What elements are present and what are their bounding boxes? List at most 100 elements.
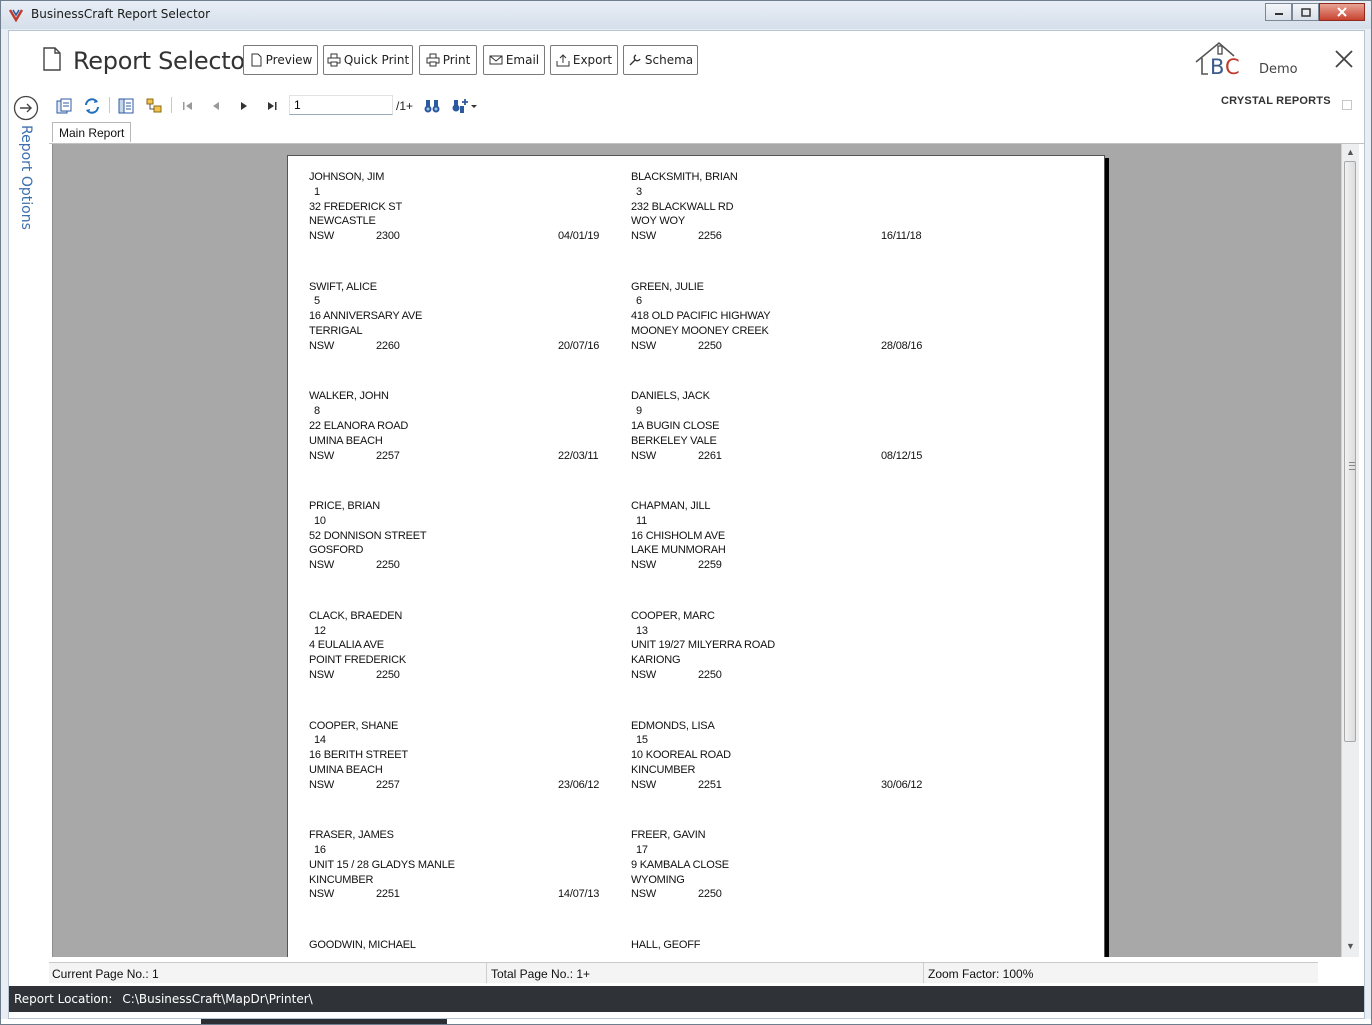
export-label: Export: [572, 53, 613, 67]
record-state: NSW: [631, 559, 657, 572]
record-suburb: MOONEY MOONEY CREEK: [631, 325, 769, 338]
arrow-right-circle-icon[interactable]: [13, 95, 39, 121]
record-postcode: 2250: [698, 668, 722, 681]
record-number: 12: [314, 624, 326, 637]
record-state: NSW: [631, 888, 657, 901]
record-postcode: 2251: [376, 888, 400, 901]
report-options-label[interactable]: Report Options: [14, 125, 34, 230]
first-page-icon[interactable]: [179, 97, 197, 115]
record-postcode: 2257: [376, 449, 400, 462]
record-number: 14: [314, 734, 326, 747]
record-name: GOODWIN, MICHAEL: [309, 938, 416, 951]
record-date: 08/12/15: [881, 449, 923, 462]
record-number: 10: [314, 514, 326, 527]
status-divider: [486, 963, 487, 983]
scroll-up-arrow-icon[interactable]: ▲: [1346, 148, 1355, 157]
scrollbar-thumb[interactable]: [1344, 161, 1356, 742]
report-location-path: C:\BusinessCraft\MapDr\Printer\: [122, 992, 313, 1006]
record-date: 30/06/12: [881, 778, 923, 791]
grip-icon: [1349, 462, 1355, 470]
record-postcode: 2256: [698, 230, 722, 243]
quick-print-button[interactable]: Quick Print: [323, 45, 413, 75]
crystal-reports-brand: CRYSTAL REPORTS: [1221, 95, 1331, 107]
schema-label: Schema: [644, 53, 694, 67]
zoom-icon[interactable]: [451, 97, 469, 115]
close-report-icon[interactable]: [1332, 47, 1356, 71]
svg-text:C: C: [1225, 55, 1240, 79]
close-icon: [1337, 7, 1347, 17]
viewer-close-icon[interactable]: [1342, 100, 1352, 110]
last-page-icon[interactable]: [263, 97, 281, 115]
record-date: 04/01/19: [558, 230, 600, 243]
record-number: 9: [636, 405, 642, 418]
email-label: Email: [505, 53, 540, 67]
minimize-icon: [1274, 13, 1283, 15]
record-address: 418 OLD PACIFIC HIGHWAY: [631, 310, 771, 323]
preview-button[interactable]: Preview: [243, 45, 318, 75]
record-name: JOHNSON, JIM: [309, 171, 385, 183]
previous-page-icon[interactable]: [207, 97, 225, 115]
record-number: 1: [314, 185, 320, 198]
window-close-button[interactable]: [1319, 3, 1365, 21]
next-page-icon[interactable]: [235, 97, 253, 115]
printer-icon: [426, 53, 440, 67]
record-name: DANIELS, JACK: [631, 390, 710, 403]
report-record: SWIFT, ALICE 5 16 ANNIVERSARY AVE TERRIGAL N…: [309, 280, 619, 360]
record-address: 232 BLACKWALL RD: [631, 200, 734, 213]
quick-print-label: Quick Print: [343, 53, 410, 67]
record-suburb: TERRIGAL: [309, 325, 363, 338]
vertical-scrollbar[interactable]: ▲ ▼: [1341, 144, 1359, 957]
report-record: PRICE, BRIAN 10 52 DONNISON STREET GOSFORD N…: [309, 499, 619, 579]
maximize-icon: [1300, 7, 1311, 17]
record-suburb: KINCUMBER: [309, 873, 374, 886]
record-suburb: NEWCASTLE: [309, 215, 376, 228]
report-record: GREEN, JULIE 6 418 OLD PACIFIC HIGHWAY MOON…: [631, 280, 941, 360]
minimize-button[interactable]: [1265, 3, 1292, 21]
schema-button[interactable]: Schema: [623, 45, 698, 75]
record-number: 6: [636, 295, 642, 308]
record-name: SWIFT, ALICE: [309, 280, 377, 293]
report-location-label: Report Location:: [14, 992, 113, 1006]
record-address: 16 ANNIVERSARY AVE: [309, 310, 423, 323]
record-state: NSW: [309, 339, 335, 352]
refresh-icon[interactable]: [83, 97, 101, 115]
report-record: COOPER, MARC 13 UNIT 19/27 MILYERRA ROAD KA…: [631, 609, 941, 689]
record-state: NSW: [309, 559, 335, 572]
report-record: BLACKSMITH, BRIAN 3 232 BLACKWALL RD WOY WO…: [631, 170, 941, 250]
title-bar[interactable]: BusinessCraft Report Selector: [1, 1, 1371, 29]
maximize-button[interactable]: [1292, 3, 1319, 21]
wrench-icon: [629, 54, 641, 66]
toggle-group-tree-icon[interactable]: [117, 97, 135, 115]
status-divider: [923, 963, 924, 983]
report-record: FREER, GAVIN 17 9 KAMBALA CLOSE WYOMING NSW 2…: [631, 828, 941, 908]
chevron-down-icon[interactable]: [469, 97, 479, 115]
scroll-down-arrow-icon[interactable]: ▼: [1346, 942, 1355, 951]
report-options-sidebar[interactable]: Report Options: [9, 91, 50, 986]
export-button[interactable]: Export: [550, 45, 618, 75]
record-name: COOPER, MARC: [631, 609, 715, 622]
record-address: 22 ELANORA ROAD: [309, 419, 409, 432]
parameter-panel-icon[interactable]: [145, 97, 163, 115]
record-number: 13: [636, 624, 648, 637]
report-canvas[interactable]: JOHNSON, JIM 1 32 FREDERICK ST NEWCASTLE NSW…: [52, 144, 1342, 957]
record-state: NSW: [631, 339, 657, 352]
binoculars-icon[interactable]: [423, 97, 441, 115]
window-controls: [1265, 3, 1365, 21]
record-state: NSW: [631, 230, 657, 243]
export-report-icon[interactable]: [55, 97, 73, 115]
record-name: HALL, GEOFF: [631, 938, 701, 951]
print-button[interactable]: Print: [419, 45, 477, 75]
record-suburb: WOY WOY: [631, 215, 686, 228]
report-record: FRASER, JAMES 16 UNIT 15 / 28 GLADYS MANLE…: [309, 828, 619, 908]
record-suburb: KINCUMBER: [631, 763, 696, 776]
printer-icon: [327, 53, 341, 67]
record-suburb: WYOMING: [631, 873, 685, 886]
logo-demo-label: Demo: [1259, 62, 1298, 77]
page-number-input[interactable]: [289, 95, 393, 115]
record-suburb: POINT FREDERICK: [309, 654, 407, 667]
background-window-edge: [201, 1019, 447, 1024]
email-button[interactable]: Email: [483, 45, 545, 75]
record-postcode: 2250: [376, 668, 400, 681]
record-postcode: 2259: [698, 559, 722, 572]
tab-main-report[interactable]: Main Report: [52, 122, 132, 142]
